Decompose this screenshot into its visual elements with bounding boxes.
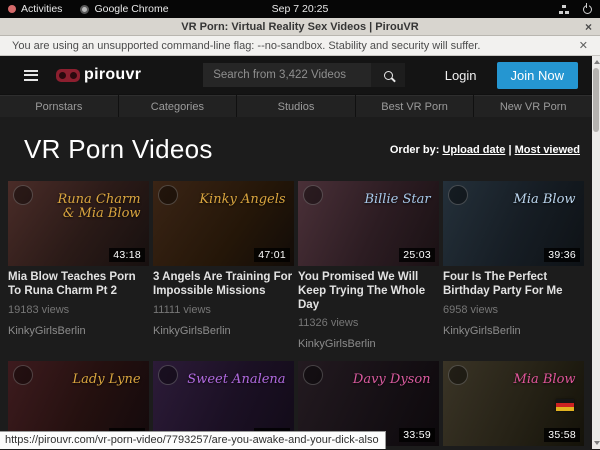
thumbnail-overlay-text: Runa Charm & Mia Blow	[42, 193, 141, 222]
studio-link[interactable]: KinkyGirlsBerlin	[8, 325, 149, 337]
status-url-tooltip: https://pirouvr.com/vr-porn-video/779325…	[0, 431, 386, 449]
infobar-close-icon[interactable]: ✕	[579, 39, 588, 52]
menu-icon[interactable]	[24, 70, 38, 81]
thumbnail-overlay-text: Mia Blow	[514, 373, 576, 387]
video-grid: Runa Charm & Mia Blow 43:18 Mia Blow Tea…	[0, 181, 592, 449]
order-separator: |	[508, 144, 511, 156]
video-card[interactable]: Kinky Angels 47:01 3 Angels Are Training…	[153, 181, 294, 350]
order-by: Order by: Upload date | Most viewed	[390, 144, 580, 156]
system-bar: Activities Google Chrome Sep 7 20:25	[0, 0, 600, 18]
vr-goggles-icon	[56, 69, 80, 82]
video-thumbnail[interactable]: Kinky Angels 47:01	[153, 181, 294, 266]
window-title: VR Porn: Virtual Reality Sex Videos | Pi…	[181, 21, 418, 33]
duration-badge: 47:01	[254, 248, 290, 262]
nav-best-vr-porn[interactable]: Best VR Porn	[356, 95, 474, 117]
video-card[interactable]: Billie Star 25:03 You Promised We Will K…	[298, 181, 439, 350]
studio-watermark-icon	[448, 185, 468, 205]
search-button[interactable]	[371, 63, 405, 87]
order-by-label: Order by:	[390, 144, 440, 156]
order-upload-date-link[interactable]: Upload date	[442, 144, 505, 156]
search-icon	[384, 71, 393, 80]
duration-badge: 25:03	[399, 248, 435, 262]
video-views: 6958 views	[443, 304, 584, 316]
search-bar	[203, 63, 405, 87]
studio-watermark-icon	[13, 185, 33, 205]
join-now-button[interactable]: Join Now	[497, 62, 578, 89]
page-title: VR Porn Videos	[24, 134, 213, 165]
site-header: pirouvr Login Join Now	[0, 56, 592, 94]
studio-link[interactable]: KinkyGirlsBerlin	[153, 325, 294, 337]
studio-link[interactable]: KinkyGirlsBerlin	[298, 338, 439, 350]
activities-icon	[8, 5, 16, 13]
video-views: 19183 views	[8, 304, 149, 316]
login-link[interactable]: Login	[445, 68, 477, 83]
chrome-infobar: You are using an unsupported command-lin…	[0, 36, 600, 56]
scroll-down-icon[interactable]	[594, 441, 600, 445]
video-title[interactable]: 3 Angels Are Training For Impossible Mis…	[153, 271, 294, 299]
page-content: pirouvr Login Join Now Pornstars Categor…	[0, 56, 600, 449]
video-views: 11111 views	[153, 304, 294, 316]
thumbnail-overlay-text: Sweet Analena	[187, 373, 285, 387]
activities-label: Activities	[21, 3, 62, 15]
duration-badge: 33:59	[399, 428, 435, 442]
thumbnail-overlay-text: Billie Star	[364, 193, 430, 207]
video-thumbnail[interactable]: Mia Blow 39:36	[443, 181, 584, 266]
video-title[interactable]: You Promised We Will Keep Trying The Who…	[298, 271, 439, 312]
thumbnail-overlay-text: Davy Dyson	[353, 373, 431, 387]
activities-button[interactable]: Activities	[8, 3, 62, 15]
nav-new-vr-porn[interactable]: New VR Porn	[474, 95, 592, 117]
studio-watermark-icon	[448, 365, 468, 385]
nav-categories[interactable]: Categories	[119, 95, 237, 117]
studio-watermark-icon	[13, 365, 33, 385]
scroll-up-icon[interactable]	[594, 60, 600, 64]
video-thumbnail[interactable]: Mia Blow 35:58	[443, 361, 584, 446]
infobar-message: You are using an unsupported command-lin…	[12, 40, 480, 52]
search-input[interactable]	[203, 63, 371, 87]
power-icon[interactable]	[583, 5, 592, 14]
video-card[interactable]: Runa Charm & Mia Blow 43:18 Mia Blow Tea…	[8, 181, 149, 350]
order-most-viewed-link[interactable]: Most viewed	[515, 144, 580, 156]
scrollbar-thumb[interactable]	[593, 68, 599, 132]
studio-link[interactable]: KinkyGirlsBerlin	[443, 325, 584, 337]
duration-badge: 39:36	[544, 248, 580, 262]
scrollbar[interactable]	[592, 56, 600, 449]
window-titlebar: VR Porn: Virtual Reality Sex Videos | Pi…	[0, 18, 600, 36]
thumbnail-overlay-text: Mia Blow	[514, 193, 576, 207]
logo-text: pirouvr	[84, 66, 141, 84]
nav-pornstars[interactable]: Pornstars	[0, 95, 118, 117]
chrome-app-indicator[interactable]: Google Chrome	[80, 3, 168, 15]
video-title[interactable]: Mia Blow Teaches Porn To Runa Charm Pt 2	[8, 271, 149, 299]
video-thumbnail[interactable]: Runa Charm & Mia Blow 43:18	[8, 181, 149, 266]
video-views: 11326 views	[298, 317, 439, 329]
video-thumbnail[interactable]: Billie Star 25:03	[298, 181, 439, 266]
page-head: VR Porn Videos Order by: Upload date | M…	[0, 117, 592, 181]
studio-watermark-icon	[303, 365, 323, 385]
network-icon[interactable]	[559, 5, 569, 14]
site-logo[interactable]: pirouvr	[56, 66, 141, 84]
studio-watermark-icon	[158, 365, 178, 385]
video-card[interactable]: Mia Blow 35:58 Milf Teaches The Teacher …	[443, 361, 584, 449]
thumbnail-overlay-text: Lady Lyne	[73, 373, 141, 387]
thumbnail-overlay-text: Kinky Angels	[199, 193, 285, 207]
video-card[interactable]: Mia Blow 39:36 Four Is The Perfect Birth…	[443, 181, 584, 350]
german-flag-icon	[556, 399, 574, 411]
nav-studios[interactable]: Studios	[237, 95, 355, 117]
studio-watermark-icon	[303, 185, 323, 205]
chrome-icon	[80, 5, 89, 14]
studio-watermark-icon	[158, 185, 178, 205]
window-close-icon[interactable]: ×	[585, 18, 592, 36]
duration-badge: 43:18	[109, 248, 145, 262]
duration-badge: 35:58	[544, 428, 580, 442]
chrome-app-label: Google Chrome	[94, 3, 168, 15]
main-nav: Pornstars Categories Studios Best VR Por…	[0, 94, 592, 117]
video-title[interactable]: Four Is The Perfect Birthday Party For M…	[443, 271, 584, 299]
